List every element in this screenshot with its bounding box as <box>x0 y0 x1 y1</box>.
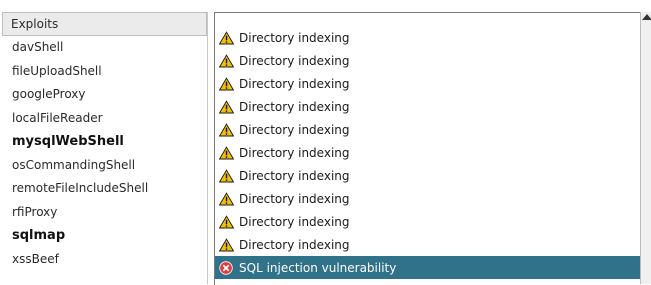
vulnerability-label: Directory indexing <box>239 122 350 137</box>
vulnerabilities-panel: Directory indexing Directory indexing Dire… <box>214 12 640 285</box>
vertical-scrollbar[interactable] <box>640 12 651 284</box>
vulnerability-row[interactable]: Directory indexing <box>215 95 640 118</box>
exploit-item[interactable]: googleProxy <box>2 83 207 107</box>
exploit-item[interactable]: davShell <box>2 36 207 60</box>
vulnerability-label: Directory indexing <box>239 99 350 114</box>
vulnerability-row[interactable]: Directory indexing <box>215 49 640 72</box>
warning-icon <box>218 191 235 206</box>
vulnerability-label: Directory indexing <box>239 214 350 229</box>
exploit-item[interactable]: osCommandingShell <box>2 154 207 178</box>
exploit-item[interactable]: sqlmap <box>2 224 207 248</box>
scroll-up-arrow-icon[interactable] <box>642 14 651 20</box>
warning-icon <box>218 76 235 91</box>
warning-icon <box>218 53 235 68</box>
vulnerability-row[interactable]: Directory indexing <box>215 141 640 164</box>
warning-icon <box>218 237 235 252</box>
warning-icon <box>218 30 235 45</box>
vulnerability-row[interactable]: Directory indexing <box>215 26 640 49</box>
vulnerability-row[interactable]: Directory indexing <box>215 187 640 210</box>
vulnerability-label: Directory indexing <box>239 191 350 206</box>
vulnerability-label: Directory indexing <box>239 30 350 45</box>
vulnerability-row[interactable]: Directory indexing <box>215 118 640 141</box>
exploit-item[interactable]: xssBeef <box>2 248 207 272</box>
exploit-item[interactable]: localFileReader <box>2 107 207 131</box>
exploit-item[interactable]: rfiProxy <box>2 201 207 225</box>
vulnerability-label: Directory indexing <box>239 76 350 91</box>
exploit-item[interactable]: remoteFileIncludeShell <box>2 177 207 201</box>
vulnerability-row[interactable]: Directory indexing <box>215 72 640 95</box>
exploit-item[interactable]: mysqlWebShell <box>2 130 207 154</box>
warning-icon <box>218 122 235 137</box>
vulnerability-label: Directory indexing <box>239 145 350 160</box>
vulnerability-row[interactable]: Directory indexing <box>215 233 640 256</box>
vulnerability-row[interactable]: Directory indexing <box>215 164 640 187</box>
warning-icon <box>218 99 235 114</box>
exploits-header[interactable]: Exploits <box>2 12 207 36</box>
warning-icon <box>218 214 235 229</box>
vulnerability-row[interactable]: Directory indexing <box>215 210 640 233</box>
exploits-list: davShell fileUploadShell googleProxy localF… <box>2 36 207 271</box>
vulnerability-label: Directory indexing <box>239 168 350 183</box>
vulnerability-label: SQL injection vulnerability <box>239 260 397 275</box>
warning-icon <box>218 168 235 183</box>
vulnerability-label: Directory indexing <box>239 53 350 68</box>
error-icon <box>219 260 234 275</box>
exploits-panel: Exploits davShell fileUploadShell googlePr… <box>2 12 208 284</box>
exploit-item[interactable]: fileUploadShell <box>2 60 207 84</box>
warning-icon <box>218 145 235 160</box>
vulnerabilities-list: Directory indexing Directory indexing Dire… <box>215 13 640 279</box>
vulnerability-label: Directory indexing <box>239 237 350 252</box>
vulnerability-row[interactable]: SQL injection vulnerability <box>215 256 640 279</box>
